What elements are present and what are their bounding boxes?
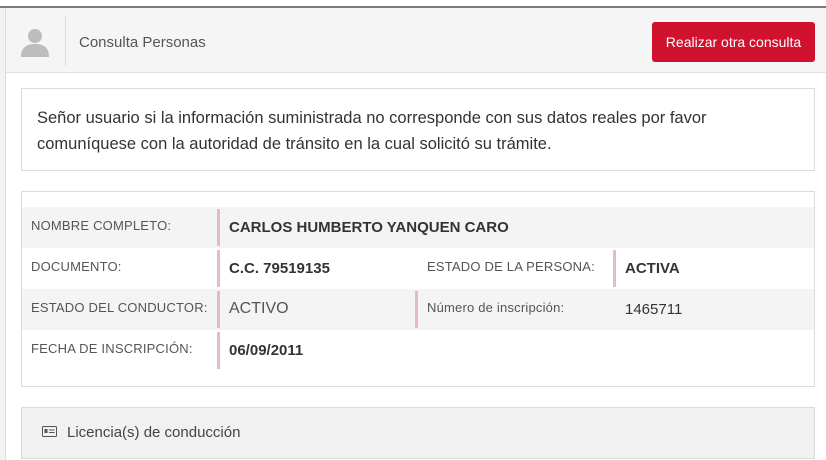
inscripcion-value: 1465711	[625, 301, 683, 318]
documento-value: C.C. 79519135	[229, 260, 330, 277]
page-title: Consulta Personas	[79, 34, 206, 51]
inscripcion-label: Número de inscripción:	[427, 300, 565, 315]
info-notice: Señor usuario si la información suminist…	[21, 88, 815, 171]
estado-conductor-label: ESTADO DEL CONDUCTOR:	[31, 300, 208, 315]
field-separator	[217, 209, 220, 246]
nombre-value: CARLOS HUMBERTO YANQUEN CARO	[229, 219, 509, 236]
panel-header: Consulta Personas Realizar otra consulta	[6, 8, 826, 73]
new-query-button[interactable]: Realizar otra consulta	[652, 22, 815, 62]
estado-conductor-value: ACTIVO	[229, 300, 289, 317]
top-strip	[0, 0, 826, 8]
estado-persona-label: ESTADO DE LA PERSONA:	[427, 259, 595, 274]
licencias-accordion-header[interactable]: Licencia(s) de conducción	[21, 407, 815, 459]
fecha-label: FECHA DE INSCRIPCIÓN:	[31, 341, 193, 356]
field-separator	[217, 291, 220, 328]
person-info-card: NOMBRE COMPLETO: CARLOS HUMBERTO YANQUEN…	[21, 191, 815, 387]
field-separator	[613, 250, 616, 287]
info-row-documento: DOCUMENTO: C.C. 79519135 ESTADO DE LA PE…	[22, 248, 814, 289]
id-card-icon	[42, 426, 57, 437]
licencias-label: Licencia(s) de conducción	[67, 424, 241, 441]
field-separator	[415, 291, 418, 328]
consulta-panel: Consulta Personas Realizar otra consulta…	[5, 8, 826, 460]
avatar-container	[6, 16, 66, 66]
user-avatar-icon	[21, 29, 49, 57]
field-separator	[217, 250, 220, 287]
info-row-fecha: FECHA DE INSCRIPCIÓN: 06/09/2011	[22, 330, 814, 371]
field-separator	[217, 332, 220, 369]
info-row-nombre: NOMBRE COMPLETO: CARLOS HUMBERTO YANQUEN…	[22, 207, 814, 248]
documento-label: DOCUMENTO:	[31, 259, 122, 274]
nombre-label: NOMBRE COMPLETO:	[31, 218, 172, 233]
fecha-value: 06/09/2011	[229, 342, 304, 359]
estado-persona-value: ACTIVA	[625, 260, 680, 277]
info-row-conductor: ESTADO DEL CONDUCTOR: ACTIVO Número de i…	[22, 289, 814, 330]
